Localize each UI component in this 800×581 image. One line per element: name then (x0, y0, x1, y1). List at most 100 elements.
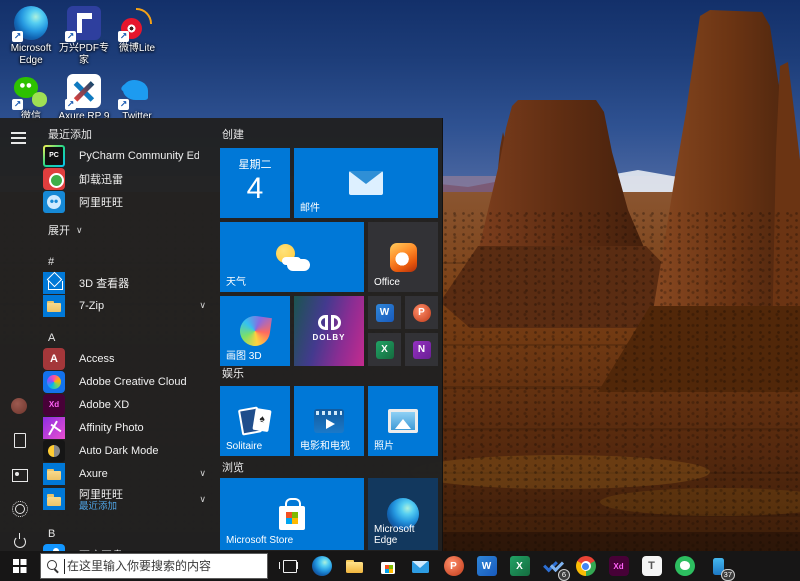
app-list-item-label: 3D 查看器 (79, 275, 129, 291)
tile-onenote[interactable]: N (405, 333, 438, 366)
chevron-down-icon: ∨ (199, 300, 206, 311)
tile-mail[interactable]: 邮件 (294, 148, 438, 218)
app-list-item-text: 3D 查看器 (79, 275, 129, 291)
app-list-item[interactable]: Adobe Creative Cloud (40, 370, 216, 393)
tile-word[interactable]: W (368, 296, 401, 329)
chrome-icon (576, 556, 596, 576)
rail-item-documents[interactable] (11, 432, 29, 450)
wechat-icon: ↗ (14, 74, 48, 108)
adobe-cc-icon (43, 371, 65, 393)
taskbar-icon-adobe-xd[interactable]: Xd (602, 551, 635, 581)
app-list-item[interactable]: Auto Dark Mode (40, 439, 216, 462)
taskbar-icon-microsoft-store[interactable] (371, 551, 404, 581)
search-icon (46, 559, 60, 573)
taskbar-icon-powerpoint[interactable]: P (437, 551, 470, 581)
powerpoint-icon: P (444, 556, 464, 576)
start-menu-rail (0, 118, 40, 551)
start-button[interactable] (0, 551, 40, 581)
shortcut-arrow-icon: ↗ (65, 99, 76, 110)
app-list-item-label: 阿里旺旺 (79, 486, 123, 502)
desktop-icon-axure-rp-9[interactable]: ↗Axure RP 9 (57, 74, 111, 123)
desktop-icon-twitter[interactable]: ↗Twitter (110, 74, 164, 123)
folder-icon (43, 463, 65, 485)
app-list-item[interactable]: XdAdobe XD (40, 393, 216, 416)
shortcut-arrow-icon: ↗ (118, 99, 129, 110)
movies-tv-icon (314, 409, 344, 433)
taskbar-icon-file-explorer[interactable] (338, 551, 371, 581)
app-list-item[interactable]: A Access (40, 347, 216, 370)
tile-powerpoint[interactable]: P (405, 296, 438, 329)
gear-icon (11, 500, 27, 516)
rail-item-settings[interactable] (11, 500, 29, 518)
office-icon (390, 243, 417, 272)
taskbar-icon-chrome[interactable] (569, 551, 602, 581)
desktop-icon-wondershare-pdf[interactable]: ↗ 万兴PDF专家 (57, 6, 111, 67)
tile-movies-tv[interactable]: 电影和电视 (294, 386, 364, 456)
access-letter: A (43, 348, 65, 370)
app-list-item[interactable]: 阿里旺旺 (40, 190, 216, 213)
powerpoint-letter: P (413, 304, 431, 322)
app-list-item[interactable]: 7-Zip∨ (40, 294, 216, 317)
taskbar-icon-excel[interactable]: X (503, 551, 536, 581)
app-list-item-label: Access (79, 353, 114, 365)
app-list-item[interactable]: Affinity Photo (40, 416, 216, 439)
evernote-icon (675, 556, 695, 576)
taskbar-search[interactable] (40, 553, 268, 579)
tile-photos[interactable]: 照片 (368, 386, 438, 456)
microsoft-edge-icon (312, 556, 332, 576)
tile-group-label[interactable]: 创建 (222, 126, 244, 142)
adobe-xd-icon: Xd (43, 394, 65, 416)
app-list-section-header[interactable]: A (40, 329, 216, 347)
rail-item-power[interactable] (11, 532, 29, 550)
word-icon: W (376, 304, 394, 322)
app-list-section-header[interactable]: # (40, 253, 216, 271)
shortcut-arrow-icon: ↗ (12, 99, 23, 110)
app-list-item[interactable]: PCPyCharm Community Edition 202... (40, 144, 216, 167)
app-list-section-header[interactable]: B (40, 525, 216, 543)
tile-paint-3d[interactable]: 画图 3D (220, 296, 290, 366)
solitaire-icon (237, 406, 273, 436)
rail-item-menu[interactable] (11, 129, 29, 147)
app-list-item-text: Access (79, 353, 114, 365)
search-input[interactable] (67, 554, 267, 578)
app-list-item[interactable]: Axure∨ (40, 462, 216, 485)
taskbar: PWX6 XdT 37 (0, 551, 800, 581)
taskbar-icon-word[interactable]: W (470, 551, 503, 581)
tile-office[interactable]: Office (368, 222, 438, 292)
desktop-icon-weibo-lite[interactable]: ↗微博Lite (110, 6, 164, 55)
tile-excel[interactable]: X (368, 333, 401, 366)
app-list-section-header[interactable]: 最近添加 (40, 126, 216, 144)
tile-solitaire[interactable]: Solitaire (220, 386, 290, 456)
desktop-icon-wechat[interactable]: ↗微信 (4, 74, 58, 123)
taskbar-icon-microsoft-edge[interactable] (305, 551, 338, 581)
taskbar-icon-evernote[interactable] (668, 551, 701, 581)
app-list-item[interactable]: 卸载迅雷 (40, 167, 216, 190)
start-menu: 最近添加PCPyCharm Community Edition 202...卸载… (0, 118, 443, 551)
taskbar-icon-microsoft-to-do[interactable]: 6 (536, 551, 569, 581)
taskbar-icon-typora[interactable]: T (635, 551, 668, 581)
tile-group-label[interactable]: 娱乐 (222, 365, 244, 381)
app-list-item[interactable]: 3D 查看器 (40, 271, 216, 294)
taskbar-icon-task-view[interactable] (272, 551, 305, 581)
rail-item-pictures[interactable] (11, 466, 29, 484)
app-list-item[interactable]: 阿里旺旺最近添加∨ (40, 485, 216, 513)
app-list-item-text: Axure (79, 468, 108, 480)
taskbar-icon-mail[interactable] (404, 551, 437, 581)
chevron-down-icon: ∨ (199, 494, 206, 505)
desktop-icon-microsoft-edge[interactable]: ↗Microsoft Edge (4, 6, 58, 67)
desktop-icon-label: 万兴PDF专家 (57, 43, 111, 67)
tile-microsoft-edge[interactable]: Microsoft Edge (368, 478, 438, 550)
rail-item-user[interactable] (11, 398, 29, 416)
app-list-expand[interactable]: 展开∨ (40, 219, 216, 241)
tile-weather[interactable]: 天气 (220, 222, 364, 292)
tile-calendar[interactable]: 星期二4 (220, 148, 290, 218)
pycharm-icon: PC (43, 145, 65, 167)
taskbar-icon-your-phone[interactable]: 37 (701, 551, 734, 581)
shortcut-arrow-icon: ↗ (118, 31, 129, 42)
adobe-xd-letter: Xd (43, 394, 65, 416)
tile-group-label[interactable]: 浏览 (222, 459, 244, 475)
pdfelement-icon: ↗ (67, 6, 101, 40)
tile-microsoft-store[interactable]: Microsoft Store (220, 478, 364, 550)
windows-logo-icon (13, 559, 27, 573)
tile-dolby[interactable]: DOLBY (294, 296, 364, 366)
